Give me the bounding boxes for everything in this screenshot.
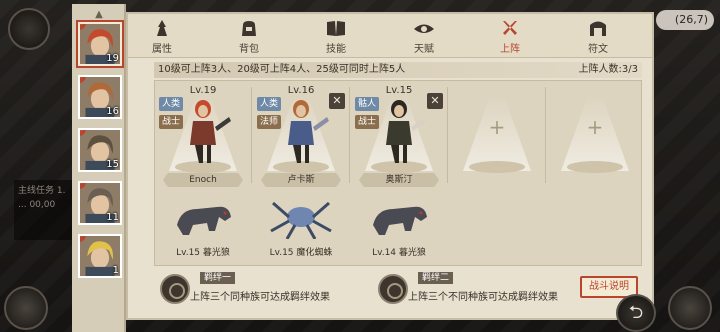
tab-attribute[interactable]: 属性 <box>132 16 192 56</box>
portrait-level: 11 <box>106 212 119 223</box>
party-portrait[interactable]: ✕19 <box>78 22 122 66</box>
hero-figure <box>288 100 329 163</box>
remove-hero-button[interactable]: ✕ <box>427 93 443 109</box>
backpack-icon <box>242 21 256 36</box>
tab-label: 背包 <box>239 44 259 55</box>
left-joystick[interactable] <box>4 286 48 330</box>
formation-slot[interactable]: Lv.16 人类 法师 ✕ 卢卡斯 <box>255 83 347 187</box>
formation-info-strip: 10级可上阵3人、20级可上阵4人、25级可同时上阵5人 上阵人数:3/3 <box>154 62 642 78</box>
portrait-level: 19 <box>106 53 119 64</box>
party-portrait[interactable]: ✕16 <box>78 75 122 119</box>
companion-pet[interactable]: Lv.15 暮光狼 <box>157 191 249 261</box>
map-coordinates: (26,7) <box>656 10 714 30</box>
player-avatar-button[interactable] <box>8 8 50 50</box>
tab-skill-book[interactable]: 技能 <box>306 16 366 56</box>
attribute-icon <box>157 20 167 36</box>
add-hero-icon[interactable]: + <box>585 117 605 137</box>
party-portrait-list: ✕19 ✕16 ✕15 ✕11 ✕1 <box>78 22 122 287</box>
wolf-beast-icon <box>373 206 427 235</box>
companion-pet[interactable]: Lv.14 暮光狼 <box>353 191 445 261</box>
formation-rule-text: 10级可上阵3人、20级可上阵4人、25级可同时上阵5人 <box>158 64 406 75</box>
bond-emblem-icon <box>160 274 190 304</box>
return-arrow-icon: ⮌ <box>628 302 644 323</box>
hero-figure <box>190 100 231 163</box>
back-button[interactable]: ⮌ <box>616 294 656 332</box>
pet-label: Lv.15 魔化蜘蛛 <box>269 248 333 258</box>
hero-figure <box>386 100 427 163</box>
attack-button[interactable] <box>668 286 712 330</box>
party-portrait[interactable]: ✕1 <box>78 234 122 278</box>
empty-formation-slot[interactable]: + <box>549 83 641 187</box>
empty-formation-slot[interactable]: + <box>451 83 543 187</box>
formation-count: 上阵人数:3/3 <box>578 64 638 75</box>
tab-label: 符文 <box>588 44 608 55</box>
tab-backpack[interactable]: 背包 <box>219 16 279 56</box>
talent-eye-icon <box>414 24 434 33</box>
bond-row: 羁绊一 上阵三个同种族可达成羁绊效果 羁绊二 上阵三个不同种族可达成羁绊效果 战… <box>154 270 642 310</box>
slot-divider <box>251 87 252 183</box>
chevron-up-icon[interactable]: ▲ <box>92 9 106 20</box>
hero-name-plate: Enoch <box>163 173 243 187</box>
tab-label: 上阵 <box>500 44 520 55</box>
slot-divider <box>545 87 546 183</box>
bond-description: 上阵三个不同种族可达成羁绊效果 <box>408 292 558 303</box>
tab-label: 天赋 <box>414 44 434 55</box>
panel-tab-bar: 属性 背包 技能 天赋 上阵 符文 <box>128 14 652 58</box>
pet-row: Lv.15 暮光狼 Lv.15 魔化蜘蛛 Lv.14 暮光狼 <box>155 191 455 263</box>
bond-title: 羁绊二 <box>418 272 454 284</box>
slot-divider <box>349 87 350 183</box>
formation-slot[interactable]: Lv.15 骷人 战士 ✕ 奥斯汀 <box>353 83 445 187</box>
wolf-beast-icon <box>177 206 231 235</box>
portrait-level: 15 <box>106 159 119 170</box>
bond-description: 上阵三个同种族可达成羁绊效果 <box>190 292 330 303</box>
skill-book-icon <box>327 21 345 36</box>
party-portrait[interactable]: ✕11 <box>78 181 122 225</box>
bond-emblem-icon <box>378 274 408 304</box>
rune-gate-icon <box>590 21 606 36</box>
formation-slots-area: Lv.15 暮光狼 Lv.15 魔化蜘蛛 Lv.14 暮光狼 Lv.19 人类 战士 En… <box>154 80 642 266</box>
bond-one[interactable]: 羁绊一 上阵三个同种族可达成羁绊效果 <box>160 270 370 310</box>
tab-talent-eye[interactable]: 天赋 <box>394 16 454 56</box>
hero-name-plate: 卢卡斯 <box>261 173 341 187</box>
tab-crossed-swords[interactable]: 上阵 <box>480 16 540 56</box>
hero-name-plate: 奥斯汀 <box>359 173 439 187</box>
pedestal <box>469 161 525 173</box>
spider-beast-icon <box>270 201 332 239</box>
pedestal <box>567 161 623 173</box>
slot-divider <box>447 87 448 183</box>
remove-hero-button[interactable]: ✕ <box>329 93 345 109</box>
companion-pet[interactable]: Lv.15 魔化蜘蛛 <box>255 191 347 261</box>
quest-tracker[interactable]: 主线任务 1. ... 00,00 <box>14 180 80 240</box>
formation-panel: 属性 背包 技能 天赋 上阵 符文 10级可上阵3人、20级可上阵4人、25级可同时上阵5… <box>126 12 654 320</box>
tab-label: 技能 <box>326 44 346 55</box>
bond-two[interactable]: 羁绊二 上阵三个不同种族可达成羁绊效果 <box>378 270 588 310</box>
add-hero-icon[interactable]: + <box>487 117 507 137</box>
pet-label: Lv.14 暮光狼 <box>372 248 426 258</box>
pet-label: Lv.15 暮光狼 <box>176 248 230 258</box>
tab-label: 属性 <box>152 44 172 55</box>
formation-slot[interactable]: Lv.19 人类 战士 Enoch <box>157 83 249 187</box>
portrait-level: 1 <box>112 265 119 276</box>
hero-level: Lv.19 <box>189 85 217 96</box>
tab-rune-gate[interactable]: 符文 <box>568 16 628 56</box>
crossed-swords-icon <box>503 21 517 35</box>
party-portrait[interactable]: ✕15 <box>78 128 122 172</box>
portrait-level: 16 <box>106 106 119 117</box>
bond-title: 羁绊一 <box>200 272 236 284</box>
